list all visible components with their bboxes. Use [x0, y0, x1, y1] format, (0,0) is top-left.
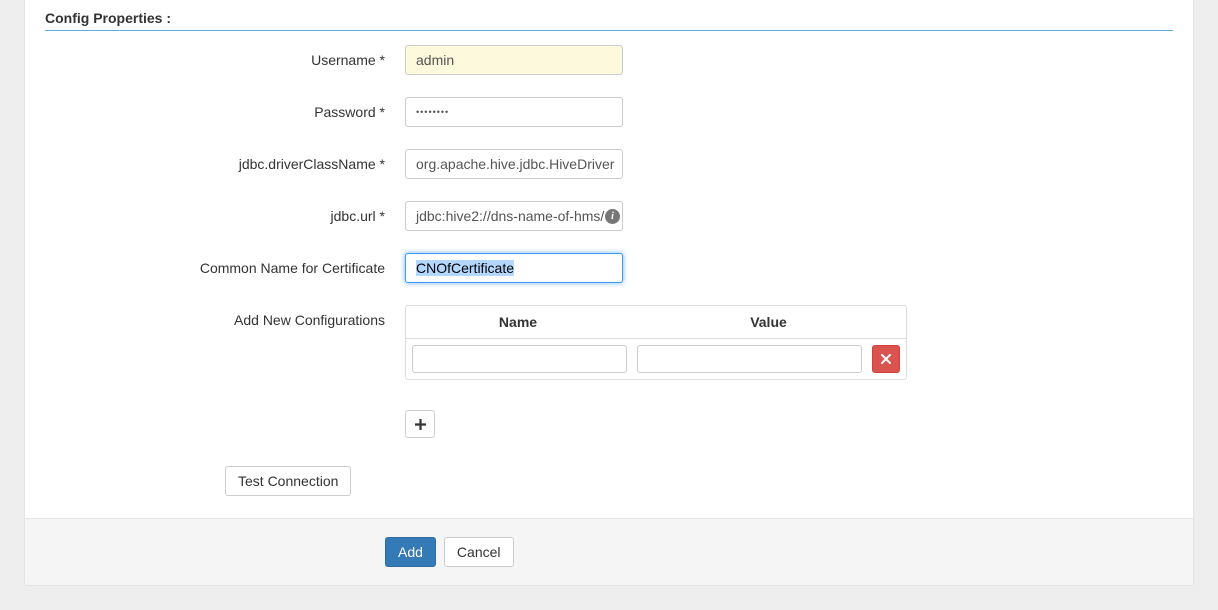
- configurations-value-input[interactable]: [637, 345, 862, 373]
- configurations-header-name: Name: [406, 306, 631, 338]
- row-cn-cert: Common Name for Certificate CNOfCertific…: [45, 253, 1173, 283]
- label-jdbc-driver: jdbc.driverClassName *: [45, 149, 405, 172]
- configurations-name-input[interactable]: [412, 345, 627, 373]
- row-username: Username * admin: [45, 45, 1173, 75]
- remove-icon: [881, 354, 891, 364]
- row-jdbc-driver: jdbc.driverClassName * org.apache.hive.j…: [45, 149, 1173, 179]
- cn-cert-value: CNOfCertificate: [416, 260, 514, 276]
- add-configuration-button[interactable]: [405, 410, 435, 438]
- plus-icon: [415, 419, 426, 430]
- jdbc-driver-input[interactable]: org.apache.hive.jdbc.HiveDriver: [405, 149, 623, 179]
- label-cn-cert: Common Name for Certificate: [45, 253, 405, 276]
- username-input[interactable]: admin: [405, 45, 623, 75]
- label-password: Password *: [45, 97, 405, 120]
- test-connection-button[interactable]: Test Connection: [225, 466, 351, 496]
- label-username: Username *: [45, 45, 405, 68]
- config-properties-panel: Config Properties : Username * admin Pas…: [24, 0, 1194, 586]
- add-button[interactable]: Add: [385, 537, 436, 567]
- configurations-table: Name Value: [405, 305, 907, 380]
- row-password: Password * ••••••••: [45, 97, 1173, 127]
- cn-cert-input[interactable]: CNOfCertificate: [405, 253, 623, 283]
- password-input[interactable]: ••••••••: [405, 97, 623, 127]
- jdbc-url-value: jdbc:hive2://dns-name-of-hms/: [416, 208, 604, 224]
- section-title: Config Properties :: [45, 10, 1173, 26]
- label-jdbc-url: jdbc.url *: [45, 201, 405, 224]
- configurations-header: Name Value: [406, 306, 906, 339]
- row-add-configurations: Add New Configurations Name Value: [45, 305, 1173, 450]
- configurations-row: [406, 339, 906, 379]
- form-footer: Add Cancel: [25, 518, 1193, 585]
- row-jdbc-url: jdbc.url * jdbc:hive2://dns-name-of-hms/…: [45, 201, 1173, 231]
- jdbc-driver-value: org.apache.hive.jdbc.HiveDriver: [416, 156, 614, 172]
- row-test-connection: Test Connection: [45, 466, 1173, 518]
- username-value: admin: [416, 52, 454, 68]
- info-icon[interactable]: i: [605, 209, 620, 224]
- cancel-button[interactable]: Cancel: [444, 537, 514, 567]
- jdbc-url-input[interactable]: jdbc:hive2://dns-name-of-hms/: [405, 201, 623, 231]
- password-value: ••••••••: [416, 107, 449, 117]
- section-divider: [45, 30, 1173, 31]
- label-add-configurations: Add New Configurations: [45, 305, 405, 328]
- remove-configuration-button[interactable]: [872, 345, 900, 373]
- configurations-header-value: Value: [631, 306, 906, 338]
